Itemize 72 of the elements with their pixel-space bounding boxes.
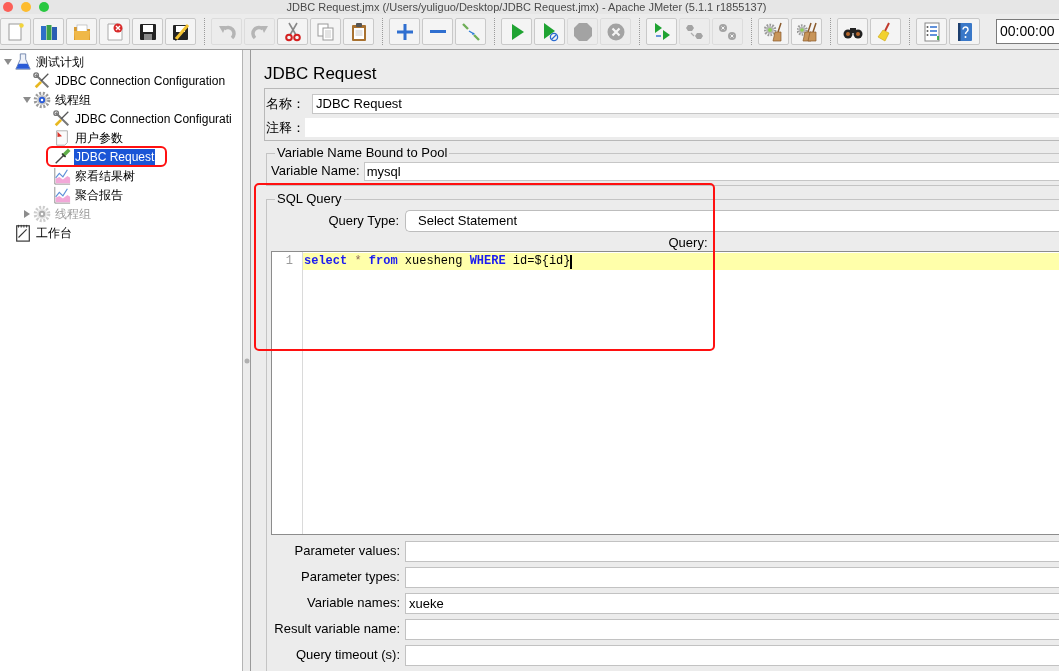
text-field[interactable] (405, 644, 1059, 666)
gear-icon (33, 204, 51, 223)
stop-sign-icon (572, 21, 593, 42)
text-field[interactable]: xueke (405, 592, 1059, 614)
gear-brooms-icon (796, 21, 817, 42)
tree-item[interactable]: 测试计划 (35, 53, 85, 70)
window-close-icon[interactable] (3, 2, 13, 12)
tree-item[interactable]: JDBC Connection Configurati (74, 110, 233, 127)
line-number: 1 (284, 253, 294, 270)
name-field[interactable]: JDBC Request (312, 94, 1059, 114)
toolbar-button[interactable] (949, 18, 980, 45)
tree-item[interactable]: 工作台 (35, 224, 73, 241)
code-line: select * from xuesheng WHERE id=${id} (304, 253, 571, 270)
disclosure-triangle-icon[interactable] (23, 95, 31, 104)
panel-title: JDBC Request (264, 63, 378, 85)
field-label: Result variable name: (273, 620, 401, 639)
tree-item[interactable]: JDBC Request (74, 148, 156, 165)
toolbar-button[interactable] (837, 18, 868, 45)
toolbar-button[interactable] (132, 18, 163, 45)
minus-icon (429, 30, 446, 33)
tree-item[interactable]: 察看结果树 (74, 167, 136, 184)
circle-x-icon (605, 21, 626, 42)
folder-icon (71, 21, 92, 42)
toolbar-button[interactable] (165, 18, 196, 45)
flask-icon (14, 52, 32, 71)
gear-broom-icon (763, 21, 784, 42)
tree-item[interactable]: 用户参数 (74, 129, 124, 146)
page-with-x-icon (104, 21, 125, 42)
field-label: 名称： (266, 95, 306, 114)
code-editor[interactable]: 1 select * from xuesheng WHERE id=${id} (271, 251, 1059, 535)
copy-pages-icon (315, 21, 336, 42)
splitter-grip-icon[interactable] (243, 357, 250, 364)
tree-item[interactable]: JDBC Connection Configuration (54, 72, 227, 89)
crossed-tools-icon (33, 71, 51, 90)
floppy-pencil-icon (170, 21, 191, 42)
field-label: 注释： (266, 118, 305, 137)
field-label: Parameter values: (293, 542, 401, 561)
disclosure-triangle-icon[interactable] (4, 57, 12, 66)
window-zoom-icon[interactable] (39, 2, 49, 12)
chart-icon (53, 185, 71, 204)
toolbar-button[interactable] (343, 18, 374, 45)
plus-icon (396, 23, 413, 40)
window-minimize-icon[interactable] (21, 2, 31, 12)
list-icon (921, 21, 942, 42)
chart-icon (53, 166, 71, 185)
field-label: Query Type: (327, 212, 400, 231)
group-title: Variable Name Bound to Pool (276, 145, 449, 161)
field-label: Parameter types: (300, 568, 401, 587)
tree-item[interactable]: 聚合报告 (74, 186, 124, 203)
text-field[interactable] (405, 566, 1059, 588)
field-label: Query timeout (s): (294, 646, 401, 665)
tree-item[interactable]: 线程组 (54, 91, 92, 108)
field-label: Variable names: (306, 594, 401, 613)
crossed-tools-icon (53, 109, 71, 128)
page-icon (53, 128, 71, 147)
field-label: Variable Name: (271, 162, 360, 181)
variable-name-field[interactable]: mysql (363, 161, 1059, 181)
gear-icon (33, 90, 51, 109)
query-type-dropdown[interactable]: Select Statement (405, 210, 1059, 232)
text-field[interactable] (405, 540, 1059, 562)
text-cursor-icon (570, 254, 573, 269)
circles-x-icon (717, 21, 738, 42)
scissors-icon (282, 21, 303, 42)
notepad-icon (14, 223, 32, 242)
field-label: Query: (668, 235, 708, 251)
text-field[interactable] (405, 618, 1059, 640)
window-title: JDBC Request.jmx (/Users/yuliguo/Desktop/JDBC Request.jmx) - Apache JMeter (5.1.1 r1855137) (286, 0, 767, 14)
elapsed-time-display: 00:00:00 (996, 19, 1059, 44)
pipette-icon (53, 147, 71, 166)
blank-page-icon (5, 21, 26, 42)
pipettes-icon (460, 21, 481, 42)
group-title: SQL Query (276, 191, 343, 207)
